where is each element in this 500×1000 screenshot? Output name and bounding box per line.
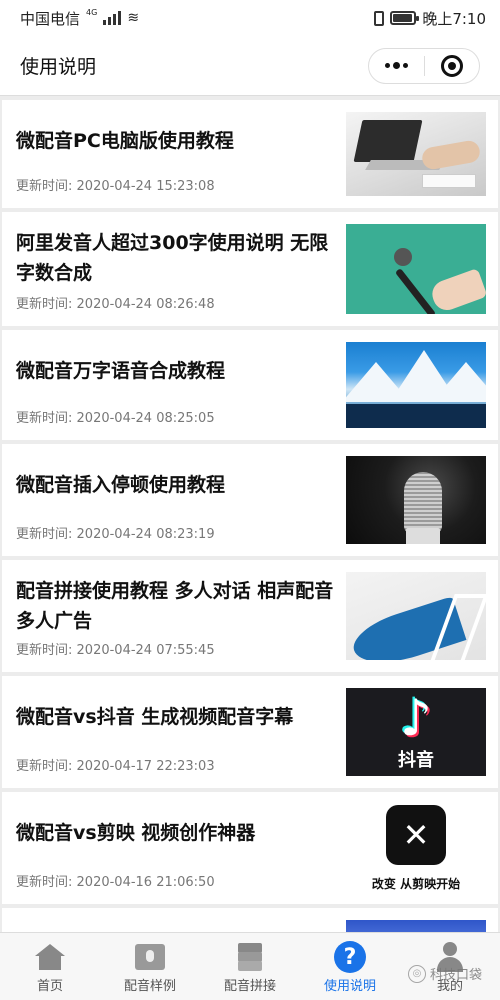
article-meta: 更新时间: 2020-04-24 08:26:48 — [16, 293, 215, 312]
tab-label: 首页 — [36, 979, 63, 994]
watermark: ◎ 科技口袋 — [407, 964, 482, 983]
article-meta: 更新时间: 2020-04-24 08:25:05 — [16, 407, 215, 426]
help-icon: ? — [332, 941, 368, 973]
thumb-caption: 抖音 — [398, 750, 434, 771]
meta-label: 更新时间: — [16, 875, 73, 890]
article-text: 配音拼接使用教程 多人对话 相声配音 多人广告 更新时间: 2020-04-24… — [2, 560, 346, 672]
article-meta: 更新时间: 2020-04-24 07:55:45 — [16, 639, 215, 658]
meta-label: 更新时间: — [16, 643, 73, 658]
sample-icon — [132, 941, 168, 973]
article-meta: 更新时间: 2020-04-17 22:23:03 — [16, 755, 215, 774]
article-title: 微配音vs剪映 视频创作神器 — [16, 822, 256, 844]
clock: 晚上7:10 — [422, 9, 486, 28]
studio-microphone-image — [346, 456, 486, 544]
tab-help[interactable]: ? 使用说明 — [300, 933, 400, 1000]
article-text: 微配音vs抖音 生成视频配音字幕 更新时间: 2020-04-17 22:23:… — [2, 676, 346, 788]
list-item-partial[interactable] — [2, 908, 498, 932]
article-list[interactable]: 微配音PC电脑版使用教程 更新时间: 2020-04-24 15:23:08 阿… — [0, 96, 500, 932]
article-title: 阿里发音人超过300字使用说明 无限字数合成 — [16, 232, 329, 284]
watermark-text: 科技口袋 — [429, 968, 482, 983]
capcut-logo-image: ✕ 改变 从剪映开始 — [346, 804, 486, 892]
tab-label: 配音拼接 — [223, 979, 276, 994]
vibrate-icon — [374, 10, 385, 26]
article-meta: 更新时间: 2020-04-16 21:06:50 — [16, 871, 215, 890]
article-meta: 更新时间: 2020-04-24 08:23:19 — [16, 523, 215, 542]
article-date: 2020-04-24 15:23:08 — [76, 179, 215, 194]
close-button[interactable] — [425, 49, 480, 83]
article-text: 阿里发音人超过300字使用说明 无限字数合成 更新时间: 2020-04-24 … — [2, 212, 346, 326]
article-date: 2020-04-24 08:26:48 — [76, 297, 215, 312]
network-type: 4G — [86, 7, 98, 17]
page-title: 使用说明 — [20, 56, 97, 78]
article-date: 2020-04-24 07:55:45 — [76, 643, 215, 658]
article-meta: 更新时间: 2020-04-24 15:23:08 — [16, 175, 215, 194]
nav-bar: 使用说明 — [0, 36, 500, 96]
wechat-channel-icon: ◎ — [407, 964, 426, 983]
tiktok-note-icon: ♪ — [400, 689, 432, 747]
tab-samples[interactable]: 配音样例 — [100, 933, 200, 1000]
signal-icon — [103, 11, 122, 25]
thumb-caption: 改变 从剪映开始 — [371, 876, 461, 891]
list-item[interactable]: 微配音vs剪映 视频创作神器 更新时间: 2020-04-16 21:06:50… — [2, 792, 498, 904]
article-date: 2020-04-24 08:23:19 — [76, 527, 215, 542]
meta-label: 更新时间: — [16, 527, 73, 542]
list-item[interactable]: 微配音vs抖音 生成视频配音字幕 更新时间: 2020-04-17 22:23:… — [2, 676, 498, 788]
list-item[interactable]: 微配音插入停顿使用教程 更新时间: 2020-04-24 08:23:19 — [2, 444, 498, 556]
meta-label: 更新时间: — [16, 759, 73, 774]
meta-label: 更新时间: — [16, 411, 73, 426]
article-date: 2020-04-17 22:23:03 — [76, 759, 215, 774]
tiktok-logo-image: ♪ 抖音 — [346, 688, 486, 776]
meta-label: 更新时间: — [16, 179, 73, 194]
article-title: 微配音PC电脑版使用教程 — [16, 130, 234, 152]
hand-microphone-image — [346, 224, 486, 314]
tab-home[interactable]: 首页 — [0, 933, 100, 1000]
list-item[interactable]: 阿里发音人超过300字使用说明 无限字数合成 更新时间: 2020-04-24 … — [2, 212, 498, 326]
laptop-typing-image — [346, 112, 486, 196]
article-title: 微配音vs抖音 生成视频配音字幕 — [16, 706, 294, 728]
article-date: 2020-04-16 21:06:50 — [76, 875, 215, 890]
article-title: 微配音万字语音合成教程 — [16, 360, 226, 382]
meta-label: 更新时间: — [16, 297, 73, 312]
article-text: 微配音PC电脑版使用教程 更新时间: 2020-04-24 15:23:08 — [2, 100, 346, 208]
more-dots-icon — [384, 62, 408, 69]
menu-capsule — [368, 47, 480, 84]
wifi-icon: ≋ — [127, 10, 140, 26]
abstract-blue-image — [346, 572, 486, 660]
tab-label: 配音样例 — [123, 979, 176, 994]
article-text — [2, 908, 346, 932]
home-icon — [32, 941, 68, 973]
list-item[interactable]: 微配音PC电脑版使用教程 更新时间: 2020-04-24 15:23:08 — [2, 100, 498, 208]
article-date: 2020-04-24 08:25:05 — [76, 411, 215, 426]
article-text: 微配音vs剪映 视频创作神器 更新时间: 2020-04-16 21:06:50 — [2, 792, 346, 904]
tab-label: 使用说明 — [323, 979, 376, 994]
layers-icon — [232, 941, 268, 973]
article-title: 配音拼接使用教程 多人对话 相声配音 多人广告 — [16, 580, 334, 632]
article-text: 微配音万字语音合成教程 更新时间: 2020-04-24 08:25:05 — [2, 330, 346, 440]
target-circle-icon — [440, 54, 463, 77]
list-item[interactable]: 微配音万字语音合成教程 更新时间: 2020-04-24 08:25:05 — [2, 330, 498, 440]
snowy-mountains-image — [346, 342, 486, 428]
more-button[interactable] — [369, 49, 424, 83]
status-bar: 中国电信 4G ≋ 晚上7:10 — [0, 0, 500, 36]
carrier-label: 中国电信 — [20, 9, 81, 28]
capcut-icon: ✕ — [386, 804, 446, 865]
battery-icon — [390, 11, 420, 25]
partial-thumb-image — [346, 920, 486, 932]
list-item[interactable]: 配音拼接使用教程 多人对话 相声配音 多人广告 更新时间: 2020-04-24… — [2, 560, 498, 672]
article-title: 微配音插入停顿使用教程 — [16, 474, 226, 496]
tab-splice[interactable]: 配音拼接 — [200, 933, 300, 1000]
article-text: 微配音插入停顿使用教程 更新时间: 2020-04-24 08:23:19 — [2, 444, 346, 556]
